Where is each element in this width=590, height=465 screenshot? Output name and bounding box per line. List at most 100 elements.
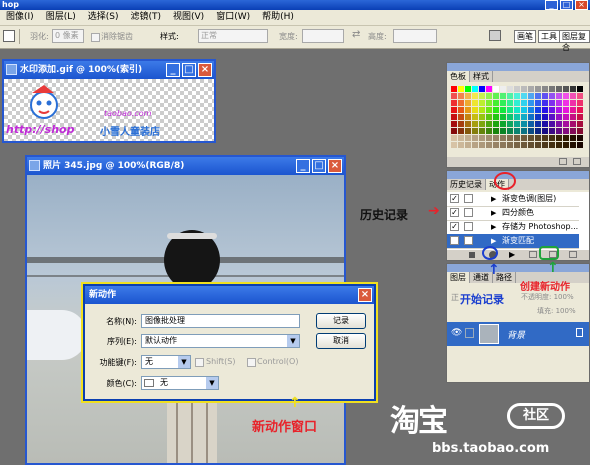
color-swatch[interactable]: [549, 107, 555, 113]
color-swatch[interactable]: [577, 107, 583, 113]
color-swatch[interactable]: [451, 128, 457, 134]
menu-item-layer[interactable]: 图层(L): [40, 10, 82, 25]
panel-titlebar[interactable]: [447, 171, 589, 179]
color-swatch[interactable]: [458, 142, 464, 148]
color-swatch[interactable]: [563, 100, 569, 106]
marquee-tool-icon[interactable]: [3, 30, 15, 42]
color-swatch[interactable]: [493, 135, 499, 141]
color-swatch[interactable]: [521, 114, 527, 120]
color-swatch[interactable]: [451, 135, 457, 141]
color-swatch[interactable]: [479, 128, 485, 134]
close-icon[interactable]: ×: [198, 63, 212, 77]
minimize-icon[interactable]: _: [545, 0, 558, 10]
color-swatch[interactable]: [570, 128, 576, 134]
dialog-titlebar[interactable]: 新动作 ×: [85, 286, 374, 304]
color-swatch[interactable]: [563, 135, 569, 141]
color-swatch[interactable]: [500, 93, 506, 99]
shift-checkbox[interactable]: [195, 358, 204, 367]
menu-item-image[interactable]: 图像(I): [0, 10, 40, 25]
play-icon[interactable]: ▶: [509, 250, 515, 259]
action-set-select[interactable]: 默认动作 ▼: [141, 334, 300, 348]
color-swatch[interactable]: [577, 128, 583, 134]
color-swatch[interactable]: [500, 107, 506, 113]
color-swatch[interactable]: [542, 135, 548, 141]
color-swatch[interactable]: [570, 93, 576, 99]
color-swatch[interactable]: [535, 86, 541, 92]
style-select[interactable]: 正常: [198, 29, 268, 43]
dialog-toggle-icon[interactable]: [464, 194, 473, 203]
color-swatch[interactable]: [458, 114, 464, 120]
color-swatch[interactable]: [486, 114, 492, 120]
color-swatch[interactable]: [472, 128, 478, 134]
color-swatch[interactable]: [549, 86, 555, 92]
color-swatch[interactable]: [458, 135, 464, 141]
color-swatch[interactable]: [556, 107, 562, 113]
color-swatch[interactable]: [451, 121, 457, 127]
color-swatch[interactable]: [528, 114, 534, 120]
color-swatch[interactable]: [549, 128, 555, 134]
color-swatch[interactable]: [465, 107, 471, 113]
color-swatch[interactable]: [514, 100, 520, 106]
color-swatch[interactable]: [577, 93, 583, 99]
color-swatch[interactable]: [472, 107, 478, 113]
menu-item-window[interactable]: 窗口(W): [210, 10, 256, 25]
toggle-check-icon[interactable]: ✓: [450, 208, 459, 217]
color-swatch[interactable]: [563, 107, 569, 113]
color-swatch[interactable]: [542, 93, 548, 99]
color-swatch[interactable]: [507, 135, 513, 141]
color-swatch[interactable]: [521, 93, 527, 99]
color-swatch[interactable]: [493, 114, 499, 120]
color-swatch[interactable]: [528, 142, 534, 148]
color-swatch[interactable]: [535, 128, 541, 134]
color-swatch[interactable]: [472, 142, 478, 148]
action-row[interactable]: ✓ ▶ 四分颜色: [447, 206, 579, 221]
color-swatch[interactable]: [458, 128, 464, 134]
color-swatch[interactable]: [451, 142, 457, 148]
color-swatch[interactable]: [542, 107, 548, 113]
color-swatch[interactable]: [514, 114, 520, 120]
dialog-toggle-icon[interactable]: [464, 236, 473, 245]
color-swatch[interactable]: [507, 100, 513, 106]
new-action-dialog[interactable]: 新动作 × 名称(N): 图像批处理 序列(E): 默认动作 ▼ 功能键(F):…: [83, 284, 376, 401]
color-swatch[interactable]: [528, 121, 534, 127]
color-swatch[interactable]: [486, 142, 492, 148]
color-swatch[interactable]: [479, 135, 485, 141]
color-swatch[interactable]: [465, 142, 471, 148]
action-name-input[interactable]: 图像批处理: [141, 314, 300, 328]
gif-window-titlebar[interactable]: 水印添加.gif @ 100%(索引) _ □ ×: [4, 61, 214, 79]
color-swatch[interactable]: [465, 100, 471, 106]
chevron-down-icon[interactable]: ▼: [178, 356, 190, 368]
panel-titlebar[interactable]: [447, 264, 589, 272]
color-swatch[interactable]: [493, 100, 499, 106]
color-swatch[interactable]: [465, 93, 471, 99]
color-swatch[interactable]: [451, 107, 457, 113]
color-swatch[interactable]: [465, 114, 471, 120]
color-swatch[interactable]: [458, 93, 464, 99]
color-swatch[interactable]: [472, 86, 478, 92]
close-icon[interactable]: ×: [328, 159, 342, 173]
dialog-toggle-icon[interactable]: [464, 222, 473, 231]
color-swatch[interactable]: [570, 100, 576, 106]
color-swatch[interactable]: [535, 93, 541, 99]
color-swatch[interactable]: [465, 128, 471, 134]
close-icon[interactable]: ×: [358, 288, 372, 302]
color-swatch[interactable]: [521, 121, 527, 127]
color-swatch[interactable]: [521, 128, 527, 134]
color-swatch[interactable]: [479, 93, 485, 99]
color-swatch[interactable]: [479, 121, 485, 127]
color-swatch[interactable]: [535, 107, 541, 113]
color-swatch[interactable]: [577, 86, 583, 92]
color-swatch[interactable]: [451, 93, 457, 99]
color-swatch[interactable]: [577, 142, 583, 148]
color-select[interactable]: 无 ▼: [141, 376, 219, 390]
color-swatch[interactable]: [472, 135, 478, 141]
color-swatch[interactable]: [570, 135, 576, 141]
color-swatch[interactable]: [528, 93, 534, 99]
tab-layers[interactable]: 图层: [447, 272, 470, 283]
color-swatch[interactable]: [570, 121, 576, 127]
color-swatch[interactable]: [451, 114, 457, 120]
color-swatch[interactable]: [465, 135, 471, 141]
color-swatch[interactable]: [542, 100, 548, 106]
color-swatch[interactable]: [486, 100, 492, 106]
cancel-button[interactable]: 取消: [316, 333, 366, 349]
